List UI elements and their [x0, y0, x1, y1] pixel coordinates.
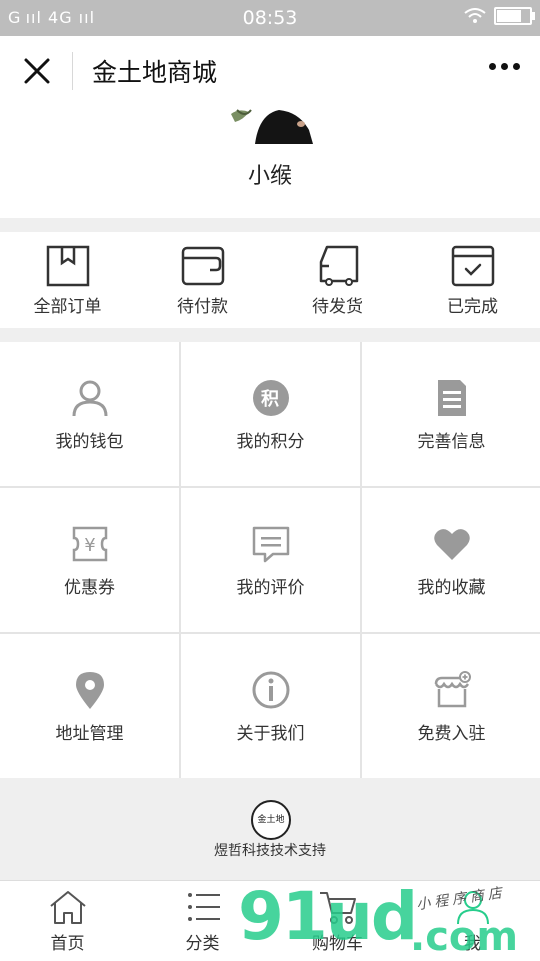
tab-bar: 首页 分类 购物车 我	[0, 880, 540, 961]
store-icon	[434, 671, 471, 708]
info-icon	[252, 671, 289, 709]
menu-join[interactable]: 免费入驻	[362, 634, 540, 778]
user-icon	[72, 380, 107, 417]
menu-label: 我的收藏	[417, 578, 486, 598]
list-icon	[187, 893, 220, 921]
order-all[interactable]: 全部订单	[0, 232, 135, 328]
order-completed[interactable]: 已完成	[405, 232, 540, 328]
home-icon	[49, 891, 86, 924]
username: 小缑	[247, 164, 292, 189]
document-icon	[437, 380, 466, 416]
support-logo: 金土地	[251, 800, 291, 840]
menu-coupons[interactable]: ¥ 优惠券	[0, 488, 179, 632]
person-icon	[456, 891, 489, 925]
coupon-icon: ¥	[72, 526, 107, 562]
divider	[72, 52, 73, 90]
order-status-bar: 全部订单 待付款 待发货 已完成	[0, 232, 540, 328]
title-bar: 金土地商城	[0, 36, 540, 106]
menu-label: 优惠券	[64, 578, 115, 598]
box-icon	[46, 245, 89, 287]
menu-favorites[interactable]: 我的收藏	[362, 488, 540, 632]
tab-label: 我	[464, 934, 481, 954]
order-label: 待发货	[312, 297, 363, 317]
menu-address[interactable]: 地址管理	[0, 634, 179, 778]
tab-me[interactable]: 我	[405, 881, 540, 961]
clock: 08:53	[242, 7, 298, 29]
avatar[interactable]	[229, 106, 313, 144]
tab-home[interactable]: 首页	[0, 881, 135, 961]
support-text: 煜哲科技技术支持	[214, 843, 326, 859]
comment-icon	[252, 526, 289, 563]
order-label: 全部订单	[33, 297, 102, 317]
location-icon	[75, 672, 104, 709]
order-pending-payment[interactable]: 待付款	[135, 232, 270, 328]
tab-cart[interactable]: 购物车	[270, 881, 405, 961]
profile-section: 小缑	[0, 106, 540, 218]
menu-label: 关于我们	[236, 724, 305, 744]
menu-label: 我的钱包	[55, 432, 124, 452]
menu-wallet[interactable]: 我的钱包	[0, 342, 179, 486]
status-right	[464, 7, 535, 25]
battery-icon	[494, 7, 535, 25]
points-icon: 积	[252, 380, 289, 416]
truck-icon	[319, 245, 358, 286]
menu-label: 免费入驻	[417, 724, 486, 744]
menu-label: 我的评价	[236, 578, 305, 598]
cart-icon	[319, 892, 356, 924]
menu-points[interactable]: 积 我的积分	[181, 342, 360, 486]
menu-label: 地址管理	[55, 724, 124, 744]
menu-label: 完善信息	[417, 432, 486, 452]
menu-grid: 我的钱包 积 我的积分 完善信息 ¥ 优惠券 我的评价 我的收藏 地址管理 关于…	[0, 342, 540, 778]
status-bar: G ııl 4G ııl 08:53	[0, 0, 540, 36]
order-label: 待付款	[177, 297, 228, 317]
tab-category[interactable]: 分类	[135, 881, 270, 961]
tab-label: 首页	[50, 934, 85, 954]
more-options-button[interactable]	[489, 63, 520, 70]
menu-reviews[interactable]: 我的评价	[181, 488, 360, 632]
tab-label: 购物车	[312, 934, 363, 954]
menu-profile-info[interactable]: 完善信息	[362, 342, 540, 486]
heart-icon	[433, 529, 470, 560]
points-glyph: 积	[261, 389, 279, 410]
order-pending-shipment[interactable]: 待发货	[270, 232, 405, 328]
tab-label: 分类	[185, 934, 220, 954]
wifi-icon	[464, 8, 486, 23]
check-calendar-icon	[451, 245, 494, 287]
close-icon[interactable]	[20, 54, 54, 88]
page-title: 金土地商城	[92, 58, 218, 87]
support-footer: 金土地 煜哲科技技术支持	[0, 780, 540, 880]
wallet-icon	[181, 246, 224, 286]
coupon-glyph: ¥	[84, 535, 95, 556]
order-label: 已完成	[447, 297, 498, 317]
menu-label: 我的积分	[236, 432, 305, 452]
menu-about[interactable]: 关于我们	[181, 634, 360, 778]
